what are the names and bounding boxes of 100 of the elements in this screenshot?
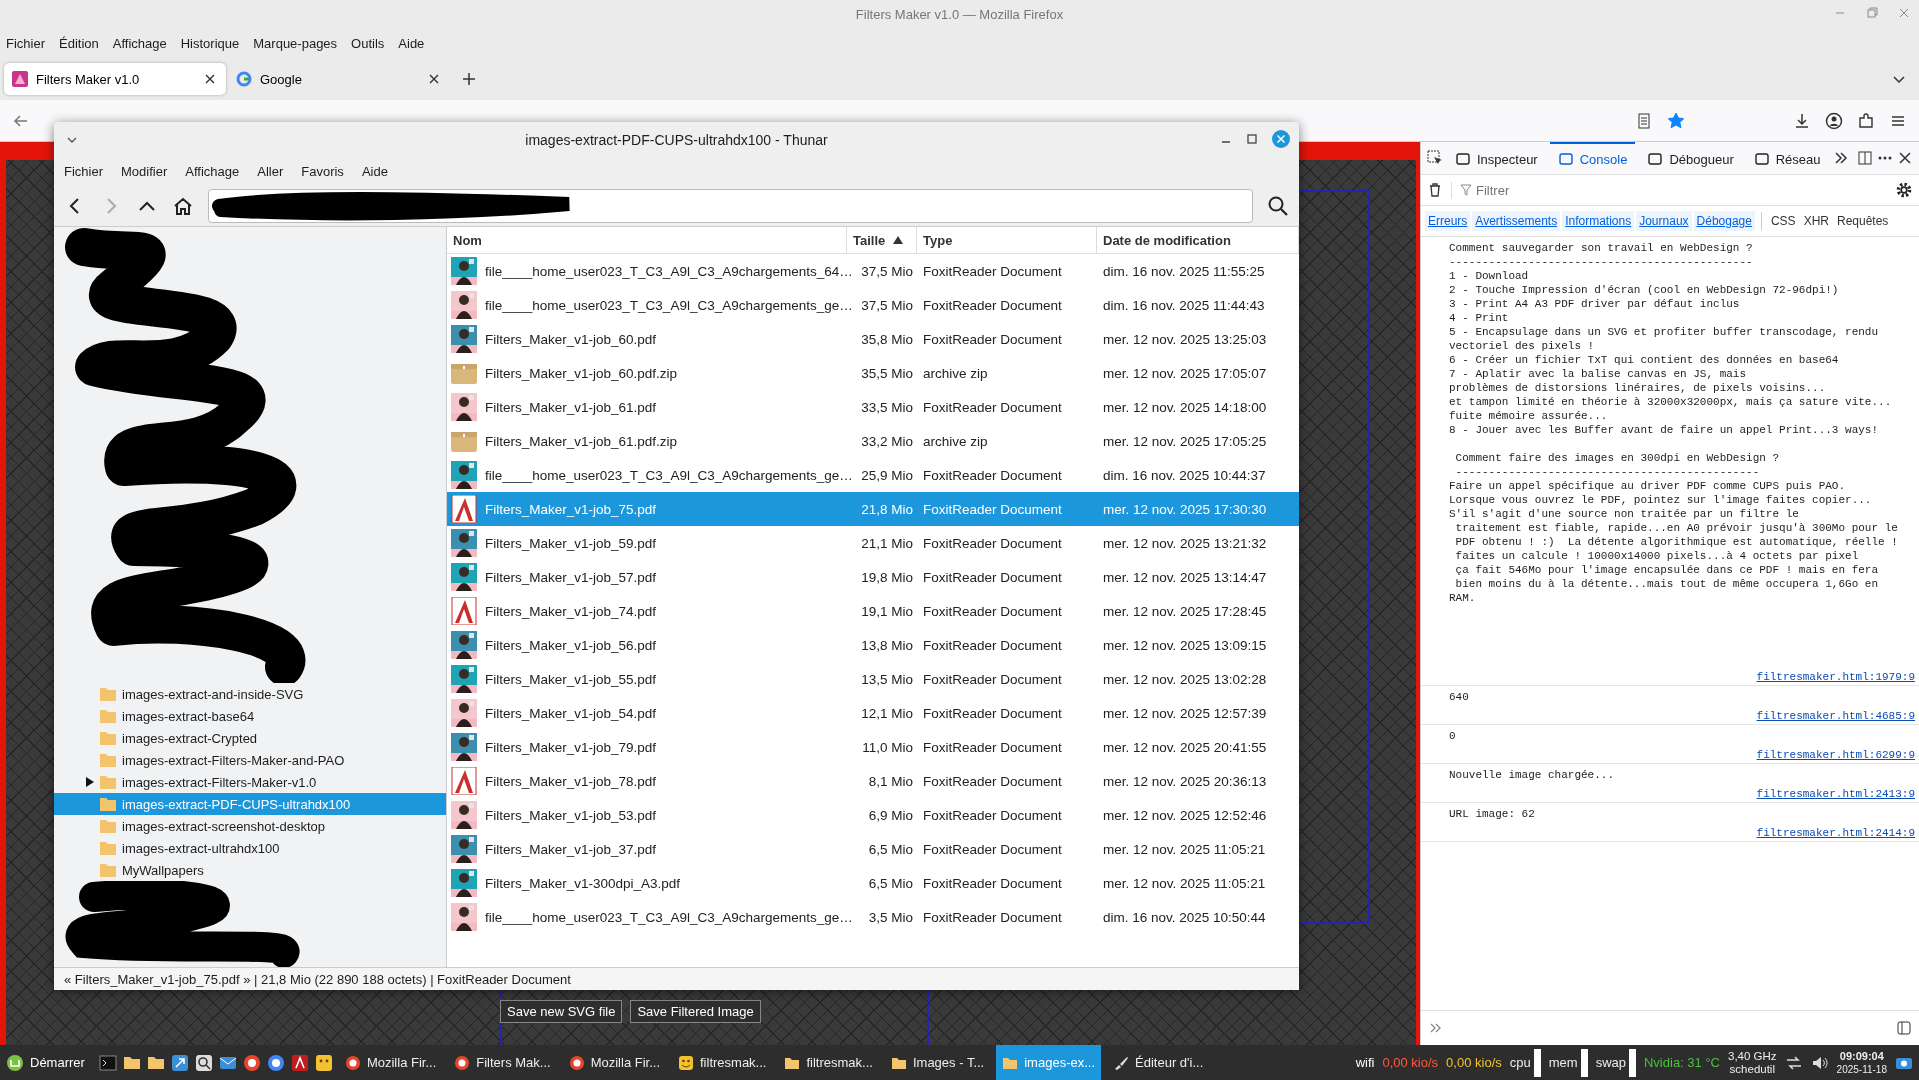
file-row[interactable]: Filters_Maker_v1-job_59.pdf 21,1 Mio FoxitReader Document mer. 12 nov. 2025 13:21:32: [447, 526, 1299, 561]
double-chevron-icon[interactable]: [1832, 150, 1849, 166]
menu-item[interactable]: Historique: [180, 33, 240, 53]
menu-item[interactable]: Outils: [351, 33, 385, 53]
file-row[interactable]: Filters_Maker_v1-300dpi_A3.pdf 6,5 Mio FoxitReader Document mer. 12 nov. 2025 11:05:21: [447, 866, 1299, 901]
file-row[interactable]: Filters_Maker_v1-job_54.pdf 12,1 Mio FoxitReader Document mer. 12 nov. 2025 12:57:39: [447, 696, 1299, 731]
menu-item[interactable]: Aller: [257, 163, 284, 179]
file-date: dim. 16 nov. 2025 11:55:25: [1102, 263, 1266, 279]
expander-icon[interactable]: [86, 777, 94, 788]
panel-icon: [1455, 151, 1471, 167]
menu-item[interactable]: Édition: [59, 33, 99, 53]
browser-icon[interactable]: [242, 1053, 261, 1072]
file-row[interactable]: Filters_Maker_v1-job_61.pdf.zip 33,2 Mio archive zip mer. 12 nov. 2025 17:05:25: [447, 424, 1299, 459]
file-row[interactable]: Filters_Maker_v1-job_57.pdf 19,8 Mio FoxitReader Document mer. 12 nov. 2025 13:14:47: [447, 560, 1299, 595]
filter-toggle[interactable]: Journaux: [1636, 211, 1692, 231]
reader-view-icon[interactable]: [1635, 111, 1653, 130]
file-row[interactable]: Filters_Maker_v1-job_53.pdf 6,9 Mio FoxitReader Document mer. 12 nov. 2025 12:52:46: [447, 798, 1299, 833]
file-row[interactable]: Filters_Maker_v1-job_60.pdf.zip 35,5 Mio archive zip mer. 12 nov. 2025 17:05:07: [447, 356, 1299, 391]
folder-tree-item[interactable]: MyWallpapers: [54, 859, 446, 882]
menu-item[interactable]: Fichier: [6, 33, 45, 53]
column-header[interactable]: Taille: [847, 227, 917, 254]
taskbar-window[interactable]: Images - T...: [884, 1045, 991, 1080]
menu-item[interactable]: Fichier: [64, 163, 103, 179]
maximize-icon[interactable]: [1245, 132, 1259, 146]
menu-item[interactable]: Aide: [361, 163, 388, 179]
folder-tree-item[interactable]: images-extract-screenshot-desktop: [54, 815, 446, 838]
close-icon[interactable]: [1897, 150, 1913, 166]
search-icon[interactable]: [1267, 194, 1289, 217]
menu-item[interactable]: Modifier: [121, 163, 168, 179]
file-row[interactable]: Filters_Maker_v1-job_61.pdf 33,5 Mio FoxitReader Document mer. 12 nov. 2025 14:18:00: [447, 390, 1299, 425]
trash-icon[interactable]: [1427, 182, 1443, 198]
taskbar-window[interactable]: Filters Mak...: [448, 1045, 557, 1080]
dock-icon[interactable]: [1857, 150, 1873, 166]
browser-tab[interactable]: Filters Maker v1.0: [4, 63, 226, 95]
file-row[interactable]: file____home_user023_T_C3_A9l_C3_A9chargements_ge… 3,5 Mio FoxitReader Document dim. 16 nov. 2025 10:50:44: [447, 900, 1299, 935]
taskbar-window[interactable]: filtresmak...: [672, 1045, 773, 1080]
menu-item[interactable]: Marque-pages: [253, 33, 338, 53]
filter-toggle[interactable]: Informations: [1562, 211, 1635, 231]
devtools-tab[interactable]: Console: [1549, 142, 1636, 174]
folder-tree-item[interactable]: images-extract-Filters-Maker-and-PAO: [54, 749, 446, 772]
save-button[interactable]: Save Filtered Image: [630, 1000, 761, 1023]
filter-toggle[interactable]: Requêtes: [1834, 211, 1892, 231]
devtools-tab[interactable]: Débogueur: [1639, 142, 1742, 174]
folder-tree-item[interactable]: images-extract-ultrahdx100: [54, 837, 446, 860]
browser-icon[interactable]: [266, 1053, 285, 1072]
source-link[interactable]: filtresmaker.html:2414:9: [1756, 827, 1915, 839]
taskbar-window[interactable]: Mozilla Fir...: [338, 1045, 443, 1080]
folder-tree-item[interactable]: images-extract-and-inside-SVG: [54, 683, 446, 706]
file-row[interactable]: Filters_Maker_v1-job_60.pdf 35,8 Mio FoxitReader Document mer. 12 nov. 2025 13:25:03: [447, 322, 1299, 357]
address-field[interactable]: [208, 188, 1253, 223]
source-link[interactable]: filtresmaker.html:2413:9: [1756, 788, 1915, 800]
filter-toggle[interactable]: XHR: [1800, 211, 1832, 231]
folder-tree-item[interactable]: images-extract-base64: [54, 705, 446, 728]
taskbar-window[interactable]: Éditeur d'i...: [1107, 1045, 1210, 1080]
start-button[interactable]: Démarrer: [6, 1053, 93, 1072]
download-icon[interactable]: [1793, 111, 1811, 130]
column-header[interactable]: Date de modification: [1097, 227, 1299, 254]
file-row[interactable]: Filters_Maker_v1-job_37.pdf 6,5 Mio FoxitReader Document mer. 12 nov. 2025 11:05:21: [447, 832, 1299, 867]
menu-item[interactable]: Affichage: [185, 163, 240, 179]
account-icon[interactable]: [1825, 111, 1843, 130]
filter-toggle[interactable]: Débogage: [1693, 211, 1755, 231]
file-row[interactable]: Filters_Maker_v1-job_79.pdf 11,0 Mio FoxitReader Document mer. 12 nov. 2025 20:41:55: [447, 730, 1299, 765]
file-row[interactable]: file____home_user023_T_C3_A9l_C3_A9chargements_ge… 25,9 Mio FoxitReader Document dim. 16 nov. 2025 10:44:37: [447, 458, 1299, 493]
menu-item[interactable]: Aide: [398, 33, 425, 53]
split-view-icon[interactable]: [1897, 1021, 1911, 1035]
folder-tree-item[interactable]: images-extract-Filters-Maker-v1.0: [54, 771, 446, 794]
network-icon[interactable]: [1784, 1053, 1803, 1072]
column-header[interactable]: Type: [917, 227, 1097, 254]
new-tab-icon[interactable]: [460, 70, 478, 88]
search-icon[interactable]: [194, 1053, 213, 1072]
filter-toggle[interactable]: Avertissements: [1472, 211, 1561, 231]
file-row[interactable]: Filters_Maker_v1-job_74.pdf 19,1 Mio FoxitReader Document mer. 12 nov. 2025 17:28:45: [447, 594, 1299, 629]
save-button[interactable]: Save new SVG file: [500, 1000, 623, 1023]
star-icon[interactable]: [1667, 111, 1685, 130]
menu-item[interactable]: Favoris: [301, 163, 344, 179]
source-link[interactable]: filtresmaker.html:4685:9: [1756, 710, 1915, 722]
taskbar-window[interactable]: filtresmak...: [778, 1045, 879, 1080]
element-picker-icon[interactable]: [1427, 150, 1443, 166]
smiley-icon[interactable]: [314, 1053, 333, 1072]
folder-tree-item[interactable]: images-extract-Crypted: [54, 727, 446, 750]
menu-item[interactable]: Affichage: [112, 33, 167, 53]
settings-icon[interactable]: [1895, 181, 1913, 199]
file-row[interactable]: file____home_user023_T_C3_A9l_C3_A9chargements_64… 37,5 Mio FoxitReader Document dim. 16 nov. 2025 11:55:25: [447, 254, 1299, 289]
devtools-tab[interactable]: Réseau: [1745, 142, 1829, 174]
filter-toggle[interactable]: Erreurs: [1425, 211, 1471, 231]
column-header[interactable]: Nom: [447, 227, 847, 254]
file-row[interactable]: Filters_Maker_v1-job_55.pdf 13,5 Mio FoxitReader Document mer. 12 nov. 2025 13:02:28: [447, 662, 1299, 697]
file-date: dim. 16 nov. 2025 10:44:37: [1102, 467, 1267, 483]
browser-tab[interactable]: Google: [228, 63, 450, 95]
taskbar-window[interactable]: Mozilla Fir...: [562, 1045, 666, 1080]
file-row[interactable]: Filters_Maker_v1-job_78.pdf 8,1 Mio FoxitReader Document mer. 12 nov. 2025 20:36:13: [447, 764, 1299, 799]
filter-toggle[interactable]: CSS: [1767, 211, 1799, 231]
file-row[interactable]: Filters_Maker_v1-job_56.pdf 13,8 Mio FoxitReader Document mer. 12 nov. 2025 13:09:15: [447, 628, 1299, 663]
file-row[interactable]: file____home_user023_T_C3_A9l_C3_A9chargements_ge… 37,5 Mio FoxitReader Document dim. 16 nov. 2025 11:44:43: [447, 288, 1299, 323]
terminal-icon[interactable]: [98, 1053, 117, 1072]
source-link[interactable]: filtresmaker.html:1979:9: [1756, 671, 1915, 683]
puzzle-icon[interactable]: [1857, 111, 1875, 130]
devtools-tab[interactable]: Inspecteur: [1447, 142, 1546, 174]
source-link[interactable]: filtresmaker.html:6299:9: [1756, 749, 1915, 761]
filter-field[interactable]: Filtrer: [1472, 181, 1887, 199]
